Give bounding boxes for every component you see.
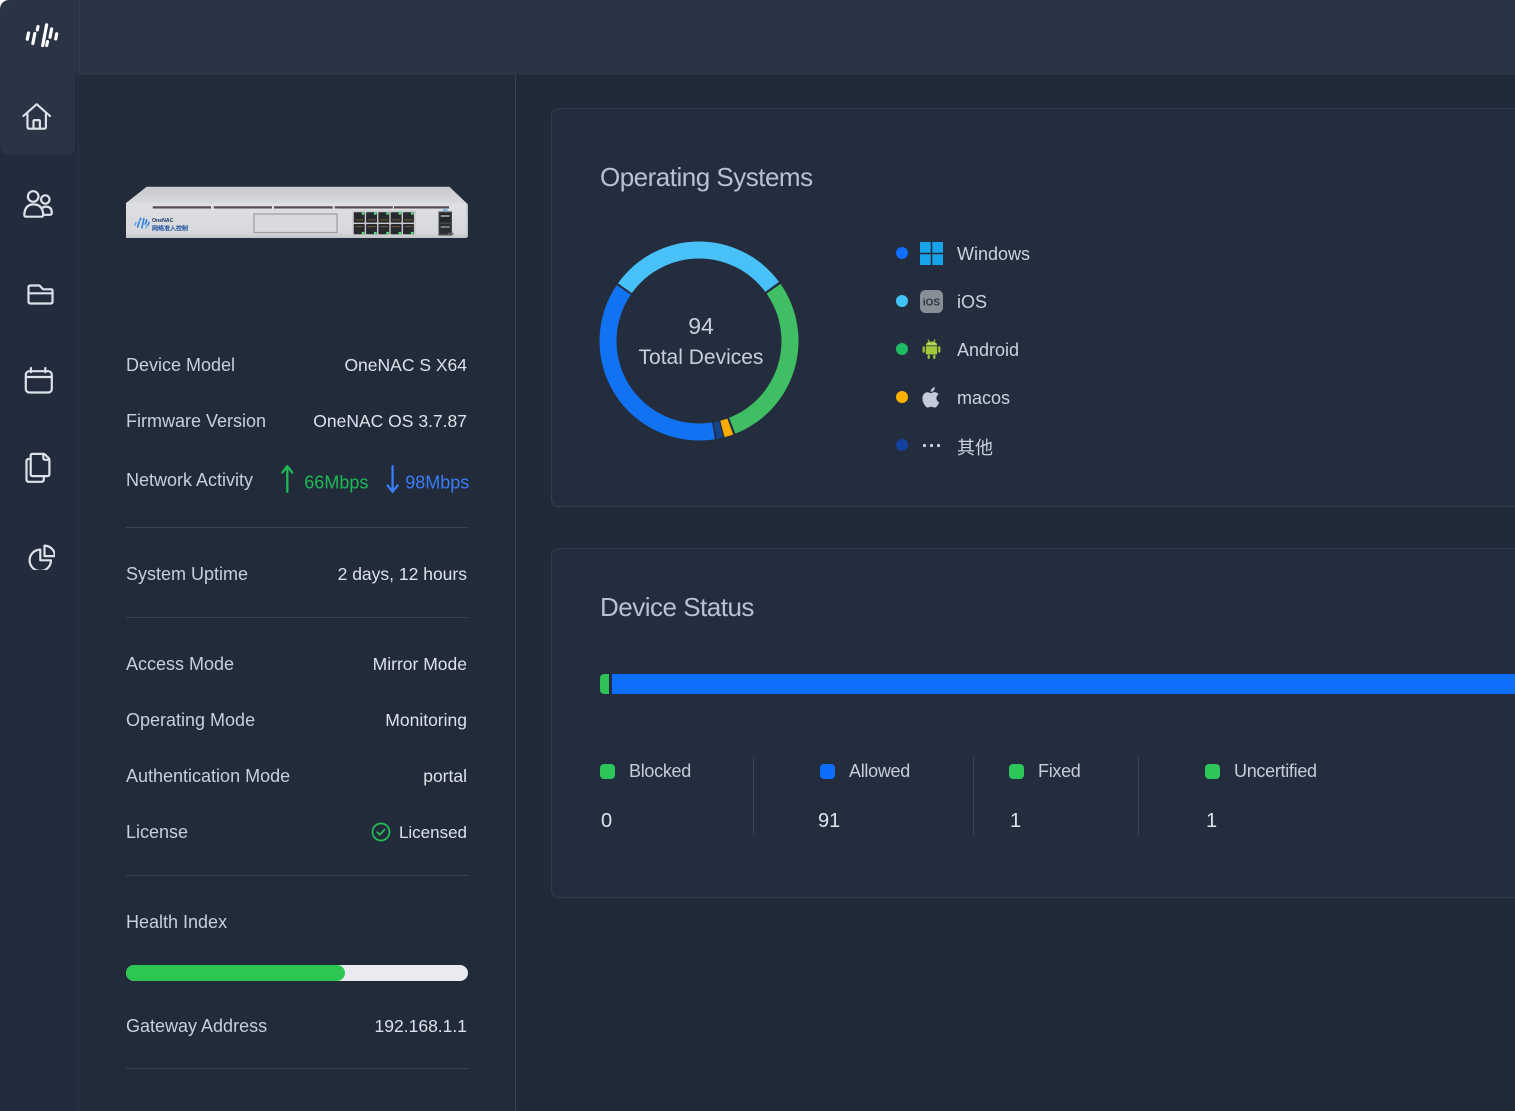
svg-text:iOS: iOS	[923, 297, 941, 308]
